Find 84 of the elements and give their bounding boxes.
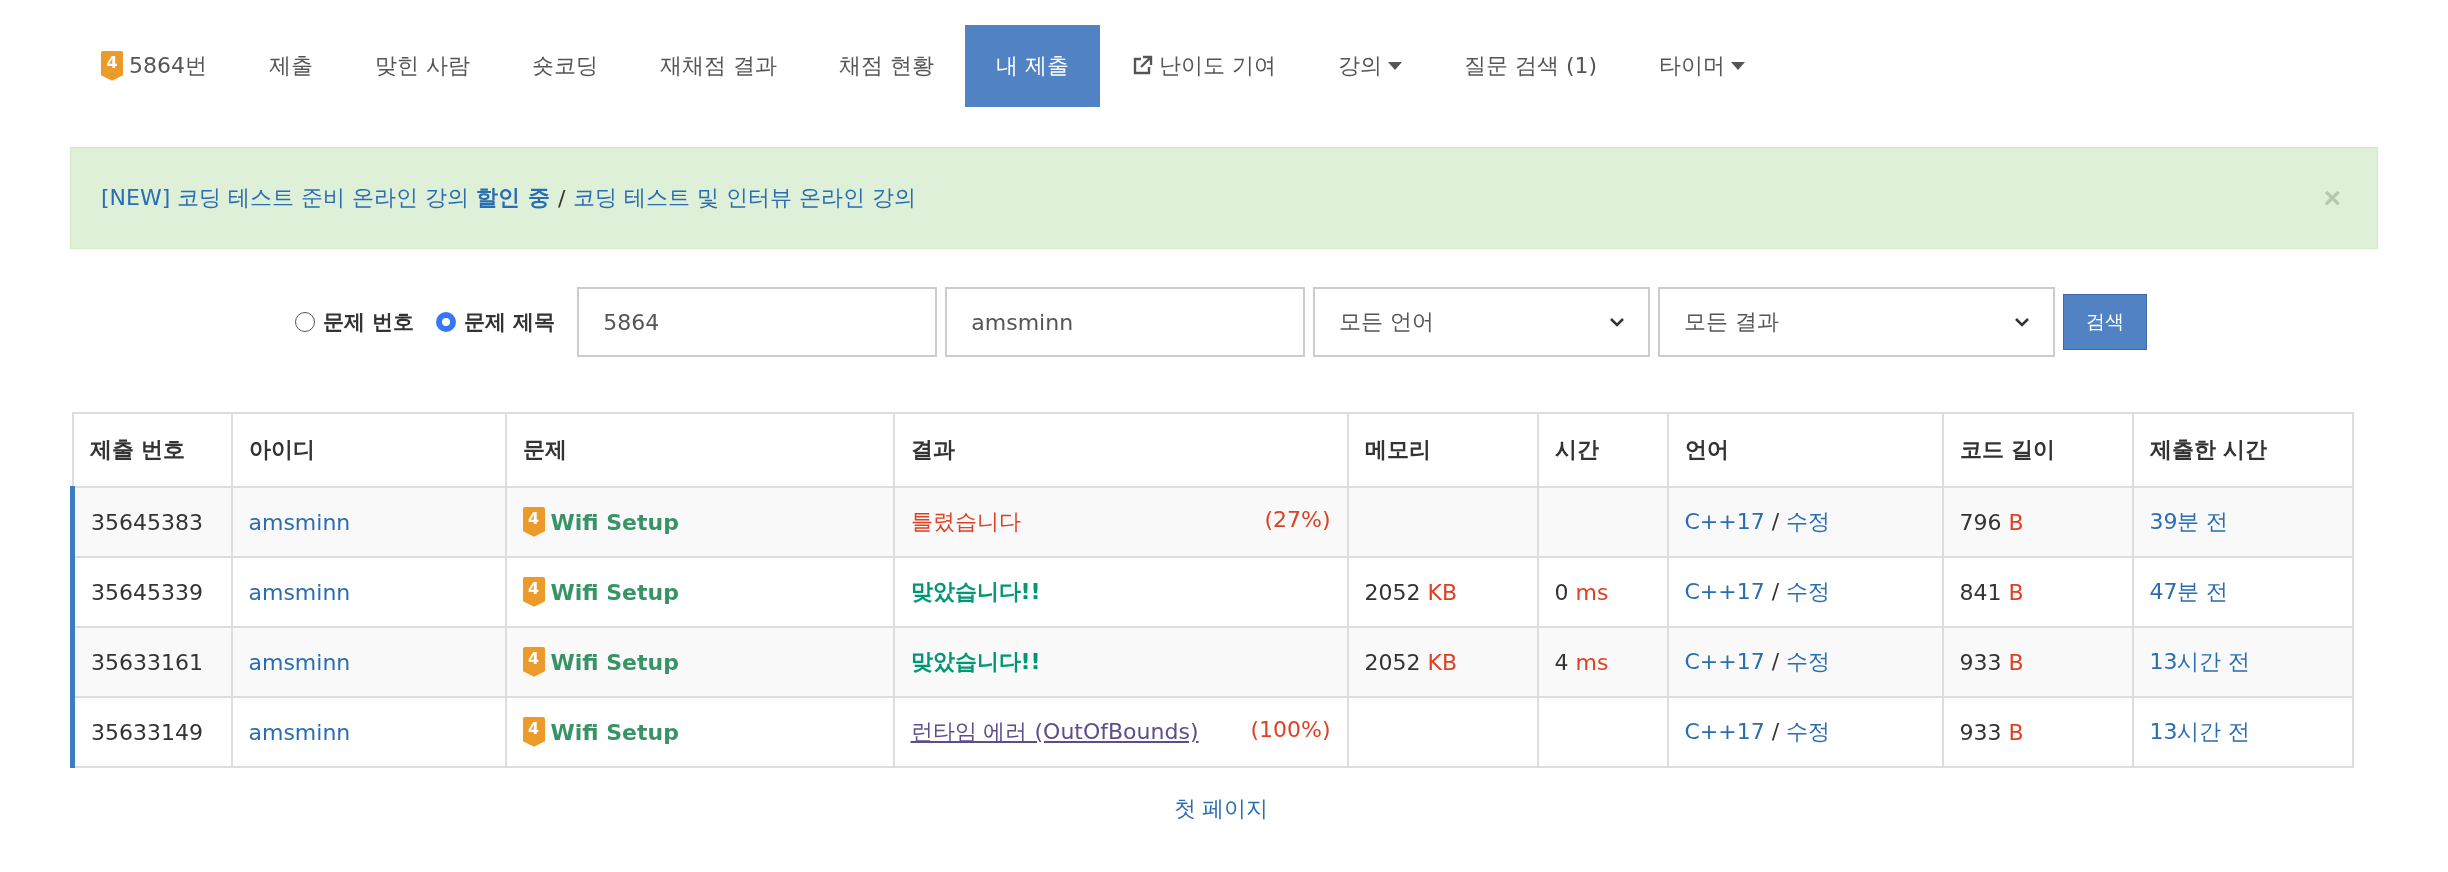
submission-id: 35645339 [91, 579, 203, 605]
edit-link[interactable]: 수정 [1786, 579, 1831, 604]
chevron-down-icon [2015, 317, 2030, 327]
result-link[interactable]: 런타임 에러 (OutOfBounds) [910, 717, 1199, 747]
time-unit: ms [1575, 579, 1609, 605]
language-link[interactable]: C++17 [1684, 509, 1765, 534]
nav-tab[interactable]: 내 제출 [965, 25, 1100, 107]
nav-tab[interactable]: 재채점 결과 [629, 25, 808, 107]
problem-input-field[interactable]: 5864 [577, 287, 938, 357]
user-link[interactable]: amsminn [248, 649, 351, 675]
submitted-time-link[interactable]: 47분 전 [2149, 579, 2229, 604]
separator-text: / [1771, 579, 1780, 604]
nav-tab[interactable]: 채점 현황 [808, 25, 965, 107]
problem-link[interactable]: Wifi Setup [550, 719, 679, 745]
nav-tab[interactable]: 제출 [238, 25, 344, 107]
caret-icon [1388, 62, 1402, 70]
submission-id: 35633149 [91, 719, 203, 745]
notice-link[interactable]: 코딩 테스트 및 인터뷰 온라인 강의 [573, 183, 917, 213]
code-unit: B [2008, 579, 2024, 605]
code-length: 933 [1959, 719, 2002, 745]
user-input-field[interactable]: amsminn [945, 287, 1306, 357]
chevron-down-icon [1610, 317, 1625, 327]
score-percent: (100%) [1250, 717, 1331, 744]
radio-label: 문제 번호 [322, 309, 414, 336]
code-length: 796 [1959, 509, 2002, 535]
nav-tab[interactable]: 난이도 기여 [1100, 25, 1307, 107]
code-length: 933 [1959, 649, 2002, 675]
radio-label: 문제 제목 [464, 309, 556, 336]
column-header: 문제 [505, 413, 894, 487]
submission-id: 35645383 [91, 509, 203, 535]
language-link[interactable]: C++17 [1684, 719, 1765, 744]
memory-value: 2052 [1364, 579, 1421, 605]
notice-link[interactable]: [NEW] 코딩 테스트 준비 온라인 강의 할인 중 [101, 183, 550, 213]
radio-button[interactable] [436, 312, 456, 332]
radio-option[interactable]: 문제 제목 [436, 308, 556, 336]
user-link[interactable]: amsminn [248, 509, 351, 535]
column-header: 결과 [893, 413, 1348, 487]
separator-text: / [1771, 719, 1780, 744]
first-page-link[interactable]: 첫 페이지 [1173, 794, 1269, 824]
radio-button[interactable] [294, 312, 315, 332]
nav-tab[interactable]: 강의 [1307, 25, 1433, 107]
problem-link[interactable]: Wifi Setup [550, 509, 679, 535]
time-value: 4 [1554, 649, 1569, 675]
result-select[interactable]: 모든 결과 [1658, 287, 2056, 357]
result-text: 틀렸습니다 [910, 508, 1021, 536]
user-link[interactable]: amsminn [248, 579, 351, 605]
separator-text: / [1771, 509, 1780, 534]
caret-icon [1731, 62, 1746, 70]
nav-tab[interactable]: 4 5864번 [70, 25, 238, 107]
submission-id: 35633161 [91, 649, 203, 675]
result-text: 맞았습니다!! [910, 578, 1041, 606]
edit-link[interactable]: 수정 [1786, 509, 1831, 534]
code-unit: B [2008, 509, 2024, 535]
score-percent: (27%) [1264, 507, 1331, 534]
external-link-icon [1131, 55, 1153, 77]
code-unit: B [2008, 719, 2024, 745]
search-button[interactable]: 검색 [2063, 294, 2148, 350]
time-value: 0 [1554, 579, 1569, 605]
nav-tab[interactable]: 타이머 [1628, 25, 1777, 107]
edit-link[interactable]: 수정 [1786, 649, 1831, 674]
nav-tab[interactable]: 질문 검색 (1) [1433, 25, 1629, 107]
code-length: 841 [1959, 579, 2002, 605]
edit-link[interactable]: 수정 [1786, 719, 1831, 744]
submitted-time-link[interactable]: 13시간 전 [2149, 649, 2251, 674]
language-link[interactable]: C++17 [1684, 649, 1765, 674]
result-text: 맞았습니다!! [910, 648, 1041, 676]
language-select[interactable]: 모든 언어 [1313, 287, 1651, 357]
problem-link[interactable]: Wifi Setup [550, 579, 679, 605]
code-unit: B [2008, 649, 2024, 675]
memory-unit: KB [1427, 579, 1458, 605]
time-unit: ms [1575, 649, 1609, 675]
memory-value: 2052 [1364, 649, 1421, 675]
problem-link[interactable]: Wifi Setup [550, 649, 679, 675]
user-link[interactable]: amsminn [248, 719, 351, 745]
nav-tab[interactable]: 맞힌 사람 [344, 25, 501, 107]
memory-unit: KB [1427, 649, 1458, 675]
separator-text: / [1771, 649, 1780, 674]
nav-tab[interactable]: 숏코딩 [501, 25, 629, 107]
radio-option[interactable]: 문제 번호 [294, 308, 414, 336]
separator-text: / [557, 185, 566, 211]
column-header: 제출 번호 [72, 413, 232, 487]
language-link[interactable]: C++17 [1684, 579, 1765, 604]
submitted-time-link[interactable]: 13시간 전 [2149, 719, 2251, 744]
submitted-time-link[interactable]: 39분 전 [2149, 509, 2229, 534]
